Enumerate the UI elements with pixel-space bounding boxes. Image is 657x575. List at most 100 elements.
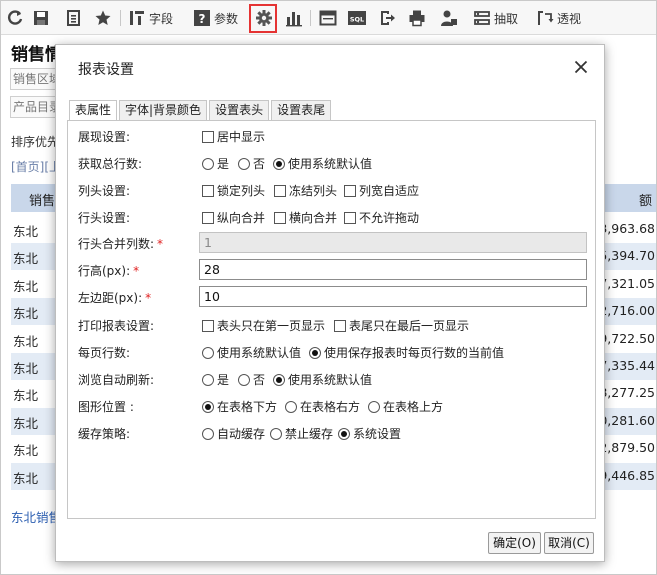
left-margin-input[interactable]: 10 xyxy=(199,286,587,307)
footer-link[interactable]: 东北销售 xyxy=(11,507,61,526)
region-cell: 东北 xyxy=(13,251,39,267)
extract-button[interactable]: 抽取 xyxy=(473,6,518,30)
printer-icon xyxy=(409,10,425,27)
cancel-button[interactable]: 取消(C) xyxy=(544,532,594,554)
option-label: 是 xyxy=(217,373,230,387)
cache-disable-radio[interactable]: 禁止缓存 xyxy=(270,425,333,442)
save-as-button[interactable] xyxy=(65,6,83,30)
footer-last-page-checkbox[interactable]: 表尾只在最后一页显示 xyxy=(334,317,469,334)
amount-cell: 5,394.70 xyxy=(599,248,655,264)
user-settings-button[interactable] xyxy=(440,6,458,30)
radio-circle-selected xyxy=(273,157,285,170)
option-label: 锁定列头 xyxy=(217,184,266,198)
auto-refresh-default-radio[interactable]: 使用系统默认值 xyxy=(273,371,372,388)
option-label: 否 xyxy=(253,373,266,387)
chart-above-radio[interactable]: 在表格上方 xyxy=(368,398,443,415)
merge-columns-input[interactable]: 1 xyxy=(199,232,587,253)
region-cell: 东北 xyxy=(13,443,39,459)
field-button[interactable]: 字段 xyxy=(128,6,173,30)
freeze-column-header-checkbox[interactable]: 冻结列头 xyxy=(274,182,337,199)
radio-circle-selected xyxy=(273,373,285,386)
option-label: 禁止缓存 xyxy=(285,427,334,441)
option-label: 在表格下方 xyxy=(217,400,278,414)
column-region-header: 销售 xyxy=(29,194,56,209)
row-height-input[interactable]: 28 xyxy=(199,259,587,280)
toolbar: 字段 ? 参数 SQL 抽取 透视 xyxy=(1,1,656,35)
auto-refresh-yes-radio[interactable]: 是 xyxy=(202,371,229,388)
checkbox-box xyxy=(334,319,346,332)
column-header-label: 列头设置: xyxy=(78,184,131,198)
tab-table-header[interactable]: 设置表头 xyxy=(209,100,270,120)
document-icon xyxy=(67,10,80,26)
region-cell: 东北 xyxy=(13,388,39,404)
option-label: 在表格右方 xyxy=(300,400,361,414)
radio-circle xyxy=(238,157,250,170)
sql-button[interactable]: SQL xyxy=(348,6,366,30)
total-rows-no-radio[interactable]: 否 xyxy=(238,155,265,172)
header-first-page-checkbox[interactable]: 表头只在第一页显示 xyxy=(202,317,325,334)
tab-font-background[interactable]: 字体|背景颜色 xyxy=(119,100,208,120)
vertical-merge-checkbox[interactable]: 纵向合并 xyxy=(202,209,265,226)
refresh-icon xyxy=(8,10,23,25)
page-rows-saved-radio[interactable]: 使用保存报表时每页行数的当前值 xyxy=(309,344,504,361)
param-label: 参数 xyxy=(214,11,239,26)
region-cell: 东北 xyxy=(13,361,39,376)
checkbox-box xyxy=(202,130,214,143)
column-autofit-checkbox[interactable]: 列宽自适应 xyxy=(344,182,419,199)
region-cell: 东北 xyxy=(13,470,39,486)
radio-circle xyxy=(202,157,214,170)
option-label: 冻结列头 xyxy=(289,184,338,198)
favorite-button[interactable] xyxy=(94,6,112,30)
chart-below-radio[interactable]: 在表格下方 xyxy=(202,398,277,415)
tab-table-properties[interactable]: 表属性 xyxy=(69,100,118,121)
no-drag-checkbox[interactable]: 不允许拖动 xyxy=(344,209,419,226)
window-icon xyxy=(319,10,337,26)
refresh-button[interactable] xyxy=(6,6,24,30)
radio-circle xyxy=(285,400,297,413)
region-cell: 东北 xyxy=(13,333,39,349)
print-button[interactable] xyxy=(408,6,426,30)
option-label: 纵向合并 xyxy=(217,211,266,225)
option-label: 使用保存报表时每页行数的当前值 xyxy=(324,346,505,360)
pivot-button[interactable]: 透视 xyxy=(536,6,581,30)
region-cell: 东北 xyxy=(13,224,39,239)
star-icon xyxy=(95,10,111,25)
param-button[interactable]: ? 参数 xyxy=(193,6,238,30)
auto-refresh-no-radio[interactable]: 否 xyxy=(238,371,265,388)
ok-button[interactable]: 确定(O) xyxy=(488,532,541,554)
cache-system-radio[interactable]: 系统设置 xyxy=(338,425,401,442)
pivot-icon xyxy=(538,11,554,25)
layout-button[interactable] xyxy=(319,6,337,30)
chart-button[interactable] xyxy=(285,6,303,30)
amount-cell: 2,716.00 xyxy=(599,303,655,319)
tab-table-footer[interactable]: 设置表尾 xyxy=(271,100,332,120)
pivot-label: 透视 xyxy=(557,11,582,26)
field-icon xyxy=(130,11,144,25)
sort-priority-text: 排序优先 xyxy=(11,135,60,149)
option-label: 是 xyxy=(217,157,230,171)
dialog-title: 报表设置 xyxy=(78,62,134,78)
amount-cell: 0,281.60 xyxy=(599,412,655,428)
chart-position-label: 图形位置 : xyxy=(78,400,134,414)
field-label: 字段 xyxy=(149,11,174,26)
checkbox-box xyxy=(202,319,214,332)
page-rows-system-radio[interactable]: 使用系统默认值 xyxy=(202,344,301,361)
cache-auto-radio[interactable]: 自动缓存 xyxy=(202,425,265,442)
horizontal-merge-checkbox[interactable]: 横向合并 xyxy=(274,209,337,226)
close-icon[interactable] xyxy=(574,60,588,74)
page-navigation[interactable]: [首页][上 xyxy=(11,158,61,175)
save-button[interactable] xyxy=(32,6,50,30)
label-text: 行头合并列数: xyxy=(78,237,155,251)
amount-cell: 9,722.50 xyxy=(599,330,655,346)
region-cell: 东北 xyxy=(13,278,39,294)
total-rows-yes-radio[interactable]: 是 xyxy=(202,155,229,172)
center-display-checkbox[interactable]: 居中显示 xyxy=(202,128,265,145)
lock-column-header-checkbox[interactable]: 锁定列头 xyxy=(202,182,265,199)
option-label: 不允许拖动 xyxy=(359,211,420,225)
total-rows-default-radio[interactable]: 使用系统默认值 xyxy=(273,155,372,172)
left-margin-label: 左边距(px): * xyxy=(78,289,151,306)
chart-right-radio[interactable]: 在表格右方 xyxy=(285,398,360,415)
display-label: 展现设置: xyxy=(78,130,131,144)
export-button[interactable] xyxy=(378,6,396,30)
option-label: 自动缓存 xyxy=(217,427,266,441)
